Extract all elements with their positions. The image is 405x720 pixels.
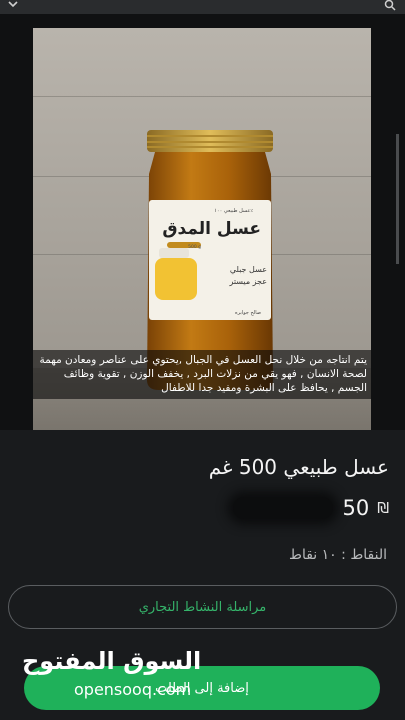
product-page: عسل المدق عسل طبيعي ١٠٠٪ عسل جبلي عجز مي… — [0, 0, 405, 720]
watermark-arabic: السوق المفتوح — [22, 647, 202, 675]
image-caption: يتم انتاجه من خلال نحل العسل في الجبال ,… — [33, 350, 371, 399]
jar-label-sub2: عجز ميستر — [228, 277, 267, 286]
points-label: النقاط : ١٠ نقاط — [289, 547, 387, 563]
listing-title: عسل طبيعي 500 غم — [208, 455, 389, 479]
gallery-scroll-indicator — [396, 134, 399, 264]
jar-label-sub: عسل جبلي — [230, 265, 267, 274]
obscured-price-area — [232, 497, 333, 519]
product-image-gallery[interactable]: عسل المدق عسل طبيعي ١٠٠٪ عسل جبلي عجز مي… — [0, 14, 405, 430]
jar-label-small: عسل طبيعي ١٠٠٪ — [214, 208, 253, 214]
chevron-down-icon[interactable] — [6, 0, 20, 12]
price-row: ₪ 50 — [232, 492, 389, 524]
jar-label-weight: 500 g — [188, 244, 201, 250]
watermark-latin: opensooq.com — [74, 680, 192, 699]
search-icon[interactable] — [383, 0, 397, 12]
jar-label-title: عسل المدق — [162, 219, 261, 239]
currency-symbol: ₪ — [377, 499, 389, 517]
contact-business-button[interactable]: مراسلة النشاط التجاري — [8, 585, 397, 629]
listing-price: 50 — [342, 496, 370, 520]
top-bar — [0, 0, 405, 14]
jar-label-brand: صالح جوابره — [235, 310, 261, 316]
